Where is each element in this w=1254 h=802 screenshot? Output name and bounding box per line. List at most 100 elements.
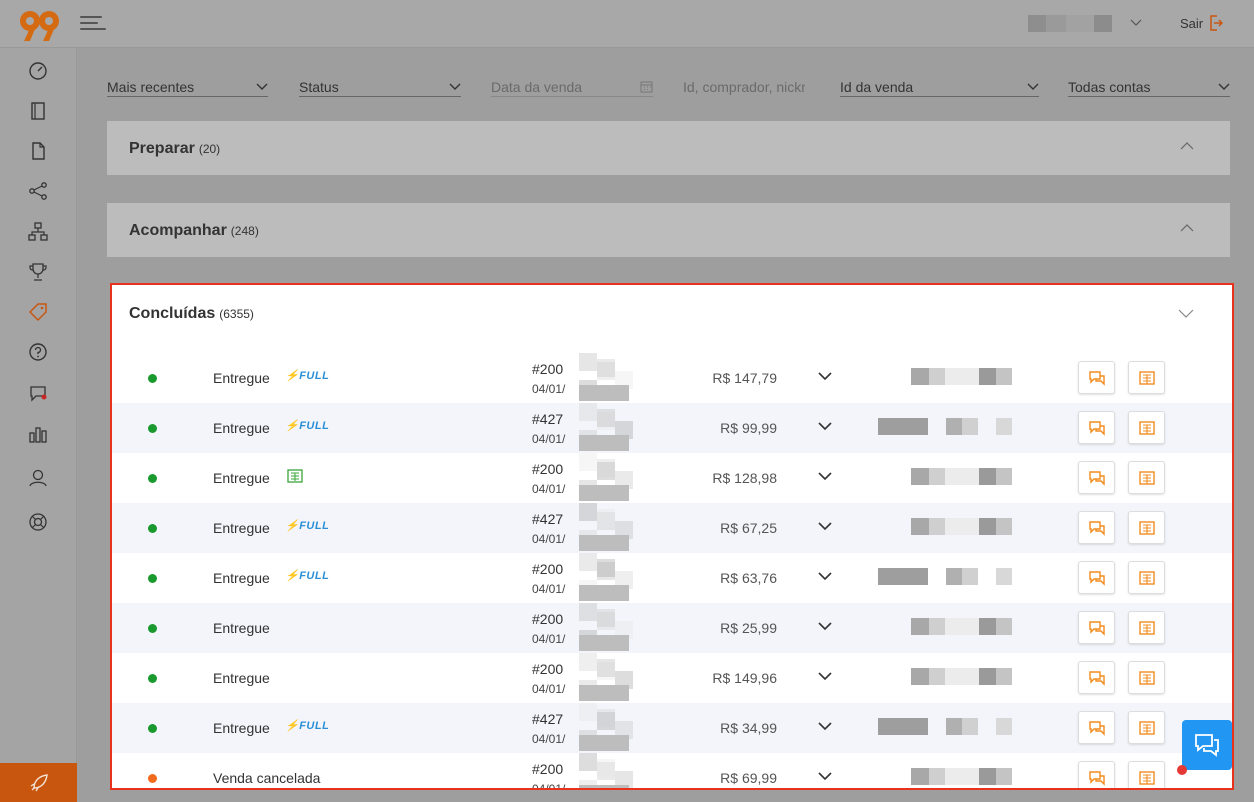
sale-id[interactable]: #200 [532, 661, 566, 677]
status-select[interactable]: Status [299, 77, 461, 97]
expand-chevron-icon[interactable] [818, 672, 832, 681]
sale-date-input[interactable]: Data da venda [491, 77, 653, 97]
menu-toggle-icon[interactable] [80, 14, 106, 32]
order-row[interactable]: Entregue ⚡FULL #427 04/01/ R$ 99,99 [112, 403, 1232, 453]
follow-panel-header[interactable]: Acompanhar (248) [107, 203, 1230, 257]
search-input[interactable]: Id, comprador, nickname [683, 77, 805, 97]
sidebar [0, 48, 77, 802]
invoice-button[interactable] [1128, 711, 1165, 744]
help-icon[interactable] [28, 342, 48, 362]
expand-chevron-icon[interactable] [818, 472, 832, 481]
order-row[interactable]: Venda cancelada #200 04/01/ R$ 69,99 [112, 753, 1232, 790]
chat-icon [1088, 370, 1105, 386]
chevron-up-icon[interactable] [1180, 224, 1194, 232]
expand-chevron-icon[interactable] [818, 372, 832, 381]
order-row[interactable]: Entregue #200 04/01/ R$ 149,96 [112, 653, 1232, 703]
calendar-icon [640, 81, 653, 93]
full-badge: ⚡FULL [285, 720, 330, 732]
order-row[interactable]: Entregue ⚡FULL #427 04/01/ R$ 34,99 [112, 703, 1232, 753]
sale-date: 04/01/ [532, 732, 566, 746]
sale-id[interactable]: #200 [532, 611, 566, 627]
book-icon[interactable] [28, 101, 48, 121]
invoice-icon [1138, 420, 1155, 435]
chat-icon [1088, 720, 1105, 736]
account-name-blurred[interactable] [1028, 15, 1112, 32]
chevron-up-icon[interactable] [1180, 142, 1194, 150]
rocket-icon[interactable] [0, 763, 77, 802]
share-icon[interactable] [28, 181, 48, 201]
message-buyer-button[interactable] [1078, 411, 1115, 444]
accounts-select[interactable]: Todas contas [1068, 77, 1230, 97]
id-type-select[interactable]: Id da venda [840, 77, 1039, 97]
invoice-button[interactable] [1128, 761, 1165, 788]
message-buyer-button[interactable] [1078, 761, 1115, 788]
message-buyer-button[interactable] [1078, 711, 1115, 744]
order-row[interactable]: Entregue #200 04/01/ R$ 25,99 [112, 603, 1232, 653]
chat-icon[interactable] [28, 383, 48, 403]
prepare-panel-header[interactable]: Preparar (20) [107, 121, 1230, 175]
chat-icon [1088, 770, 1105, 786]
sale-id[interactable]: #427 [532, 511, 566, 527]
order-row[interactable]: Entregue ⚡FULL #200 04/01/ R$ 147,79 [112, 353, 1232, 403]
message-buyer-button[interactable] [1078, 561, 1115, 594]
blurred-buyer-name [878, 418, 1013, 435]
chevron-down-icon [449, 83, 461, 90]
invoice-button[interactable] [1128, 361, 1165, 394]
expand-chevron-icon[interactable] [818, 772, 832, 781]
tag-icon[interactable] [28, 302, 48, 322]
invoice-button[interactable] [1128, 461, 1165, 494]
expand-chevron-icon[interactable] [818, 572, 832, 581]
order-price: R$ 69,99 [720, 770, 777, 786]
sale-date: 04/01/ [532, 782, 566, 790]
invoice-button[interactable] [1128, 661, 1165, 694]
sale-id[interactable]: #200 [532, 361, 566, 377]
support-chat-button[interactable] [1182, 720, 1232, 770]
sale-date-placeholder: Data da venda [491, 78, 583, 95]
completed-panel-title[interactable]: Concluídas (6355) [129, 305, 254, 323]
expand-chevron-icon[interactable] [818, 422, 832, 431]
trophy-icon[interactable] [28, 262, 48, 282]
chevron-down-icon[interactable] [1178, 309, 1194, 319]
logo[interactable] [18, 8, 62, 42]
message-buyer-button[interactable] [1078, 661, 1115, 694]
message-buyer-button[interactable] [1078, 611, 1115, 644]
support-icon[interactable] [28, 512, 48, 532]
sale-id[interactable]: #200 [532, 561, 566, 577]
search-placeholder: Id, comprador, nickname [683, 79, 805, 95]
bar-chart-icon[interactable] [28, 424, 48, 444]
sitemap-icon[interactable] [28, 222, 48, 242]
order-row[interactable]: Entregue ⚡FULL #200 04/01/ R$ 63,76 [112, 553, 1232, 603]
chat-icon [1088, 470, 1105, 486]
invoice-button[interactable] [1128, 611, 1165, 644]
user-icon[interactable] [28, 468, 48, 488]
sort-select-value: Mais recentes [107, 78, 195, 95]
account-dropdown-chevron-icon[interactable] [1130, 16, 1142, 30]
invoice-button[interactable] [1128, 511, 1165, 544]
sort-select[interactable]: Mais recentes [107, 77, 268, 97]
invoice-button[interactable] [1128, 411, 1165, 444]
document-icon[interactable] [28, 141, 48, 161]
sale-id[interactable]: #200 [532, 761, 566, 777]
sale-date: 04/01/ [532, 432, 566, 446]
sale-id[interactable]: #427 [532, 711, 566, 727]
follow-count: (248) [230, 224, 259, 238]
order-row[interactable]: Entregue ⚡FULL #427 04/01/ R$ 67,25 [112, 503, 1232, 553]
blurred-sale-info [567, 703, 692, 753]
expand-chevron-icon[interactable] [818, 622, 832, 631]
invoice-button[interactable] [1128, 561, 1165, 594]
order-price: R$ 25,99 [720, 620, 777, 636]
completed-panel: Concluídas (6355) Entregue ⚡FULL #200 04/… [110, 283, 1234, 790]
expand-chevron-icon[interactable] [818, 722, 832, 731]
expand-chevron-icon[interactable] [818, 522, 832, 531]
order-row[interactable]: Entregue #200 04/01/ R$ 128,98 [112, 453, 1232, 503]
sale-id[interactable]: #427 [532, 411, 566, 427]
message-buyer-button[interactable] [1078, 511, 1115, 544]
full-badge: ⚡FULL [285, 370, 330, 382]
message-buyer-button[interactable] [1078, 361, 1115, 394]
message-buyer-button[interactable] [1078, 461, 1115, 494]
logout-button[interactable]: Sair [1180, 15, 1224, 31]
order-status: Entregue [213, 370, 270, 386]
sale-id[interactable]: #200 [532, 461, 566, 477]
dashboard-icon[interactable] [28, 60, 48, 80]
blurred-sale-info [567, 453, 692, 503]
